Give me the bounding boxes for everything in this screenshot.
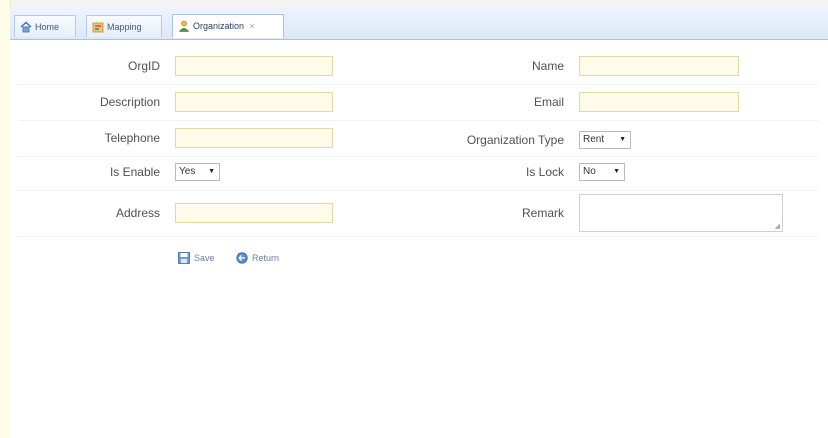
save-button-label: Save [194,253,215,263]
return-button[interactable]: Return [236,248,279,268]
tab-mapping-label: Mapping [107,22,142,32]
email-field[interactable] [579,92,739,112]
row-divider [18,236,818,237]
is-lock-label: Is Lock [525,165,564,179]
tab-bar: Home Mapping Organization × [10,8,828,40]
tab-mapping[interactable]: Mapping [86,15,162,37]
name-label: Name [531,59,564,73]
tab-organization[interactable]: Organization × [172,14,284,38]
row-divider [18,156,818,157]
tab-home[interactable]: Home [14,15,76,37]
dropdown-arrow-icon: ▼ [208,168,215,175]
description-field[interactable] [175,92,333,112]
telephone-field[interactable] [175,128,333,148]
tab-organization-label: Organization [193,21,245,31]
save-icon [178,252,190,264]
address-field[interactable] [175,203,333,223]
row-divider [18,120,818,121]
save-button[interactable]: Save [178,248,215,268]
orgid-field[interactable] [175,56,333,76]
tab-close-icon[interactable]: × [250,21,255,31]
resize-grip-icon[interactable]: ◢ [775,222,780,230]
organization-type-selected: Rent [583,134,605,145]
remark-textarea[interactable]: ◢ [579,194,783,232]
remark-label: Remark [521,206,564,220]
organization-form: OrgID Description Telephone Is Enable Ad… [10,40,828,438]
is-enable-select[interactable]: Yes ▼ [175,163,220,181]
tab-home-label: Home [35,22,60,32]
email-label: Email [533,95,564,109]
home-icon [20,21,32,33]
is-lock-selected: No [583,166,596,177]
is-enable-label: Is Enable [109,165,160,179]
is-enable-selected: Yes [179,166,196,177]
is-lock-select[interactable]: No ▼ [579,163,625,181]
mapping-icon [92,22,104,33]
organization-icon [178,20,190,32]
name-field[interactable] [579,56,739,76]
address-label: Address [115,206,160,220]
telephone-label: Telephone [104,131,160,145]
orgid-label: OrgID [127,59,160,73]
return-icon [236,252,248,264]
dropdown-arrow-icon: ▼ [613,168,620,175]
dropdown-arrow-icon: ▼ [619,136,626,143]
row-divider [18,84,818,85]
row-divider [18,190,818,191]
organization-type-select[interactable]: Rent ▼ [579,131,631,149]
description-label: Description [99,95,160,109]
organization-type-label: Organization Type [466,133,564,147]
return-button-label: Return [252,253,280,263]
